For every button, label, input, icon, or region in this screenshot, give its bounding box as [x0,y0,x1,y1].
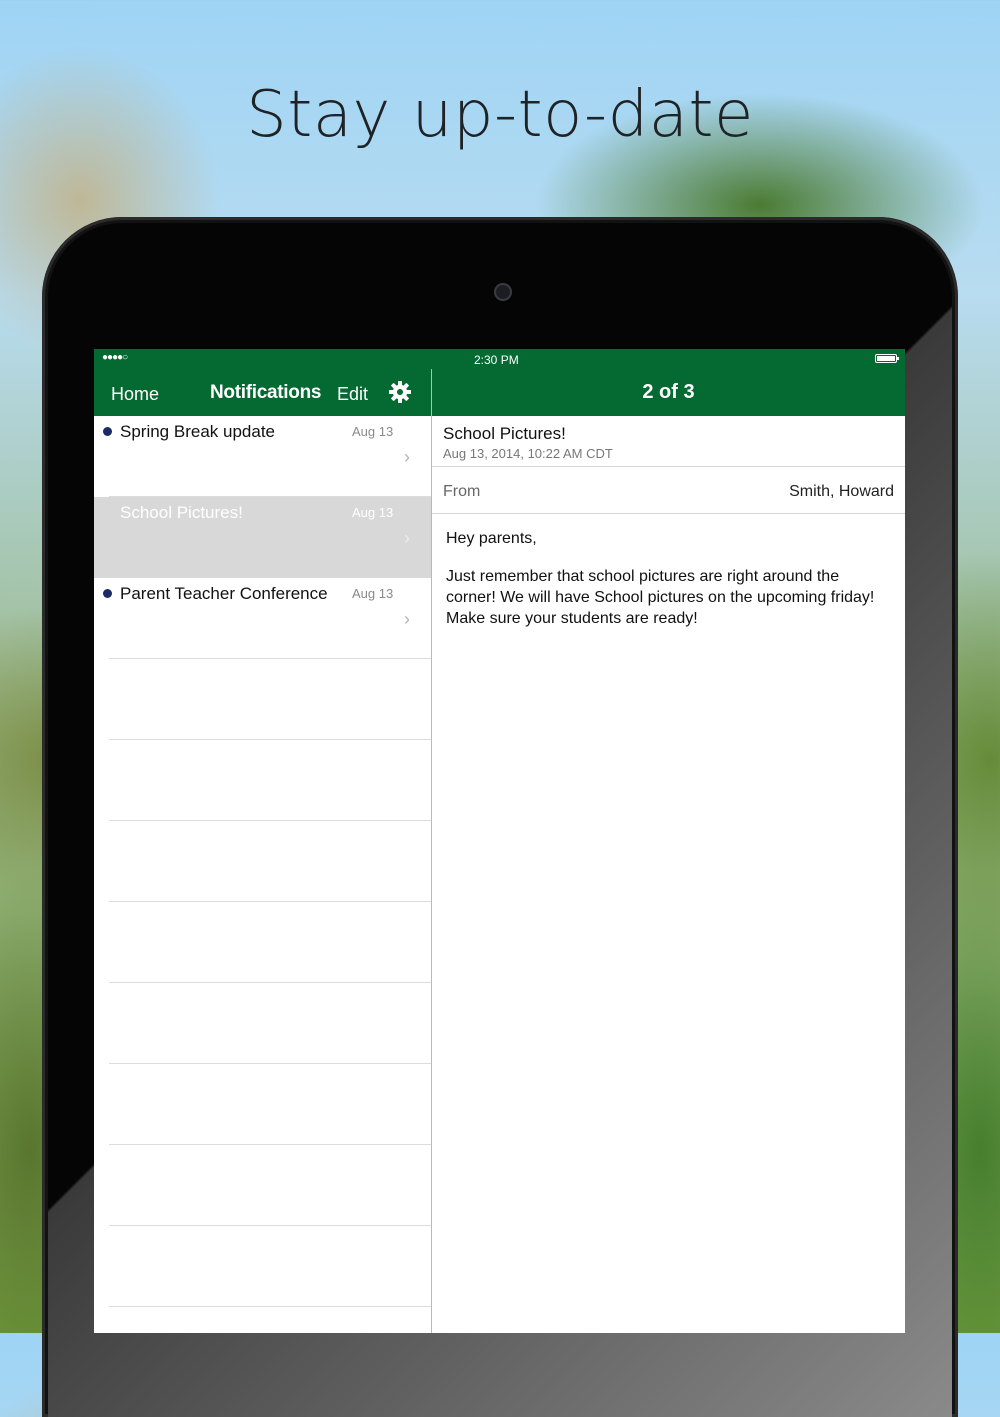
master-nav-bar: Home Notifications Edit [94,369,431,416]
empty-list-row [94,983,431,1064]
gear-icon[interactable] [388,380,412,404]
message-body: Hey parents, Just remember that school p… [432,514,905,629]
empty-list-row [94,821,431,902]
notification-row-school-pictures[interactable]: School Pictures! Aug 13 › [94,497,431,578]
empty-list-row [94,659,431,740]
notification-title: Spring Break update [120,422,275,441]
message-text: Just remember that school pictures are r… [446,568,875,627]
status-bar: ●●●●○ 2:30 PM [94,349,905,369]
notification-date: Aug 13 [352,586,394,601]
signal-icon: ●●●●○ [102,352,128,363]
chevron-right-icon: › [404,447,410,467]
chevron-right-icon: › [404,609,410,629]
battery-icon [875,354,899,363]
notification-list: Spring Break update Aug 13 › School Pict… [94,416,431,1333]
from-value: Smith, Howard [789,483,894,500]
message-header: School Pictures! Aug 13, 2014, 10:22 AM … [432,416,905,467]
empty-list-row [94,1145,431,1226]
message-pager: 2 of 3 [642,381,695,403]
chevron-right-icon: › [404,528,410,548]
empty-list-row [94,1226,431,1307]
notification-row-parent-teacher[interactable]: Parent Teacher Conference Aug 13 › [94,578,431,659]
message-date: Aug 13, 2014, 10:22 AM CDT [443,446,613,461]
message-greeting: Hey parents, [446,530,537,547]
empty-list-row [94,740,431,821]
notification-date: Aug 13 [352,424,394,439]
from-label: From [443,483,481,500]
camera-icon [496,285,510,299]
empty-list-row [94,902,431,983]
unread-dot-icon [103,427,112,436]
app-screen: ●●●●○ 2:30 PM Home Notifications Edit 2 … [94,349,905,1333]
message-subject: School Pictures! [443,424,566,443]
home-button[interactable]: Home [111,384,159,405]
notification-title: Parent Teacher Conference [120,584,328,603]
page-title: Notifications [210,382,322,403]
notification-date: Aug 13 [352,505,394,520]
empty-list-row [94,1307,431,1333]
status-time: 2:30 PM [474,353,519,367]
unread-dot-icon [103,589,112,598]
notification-row-spring-break[interactable]: Spring Break update Aug 13 › [94,416,431,497]
message-detail: School Pictures! Aug 13, 2014, 10:22 AM … [432,416,905,646]
message-from-row: From Smith, Howard [432,467,905,514]
edit-button[interactable]: Edit [337,384,368,405]
notification-title: School Pictures! [120,503,243,522]
detail-nav-bar: 2 of 3 [432,369,905,416]
marketing-headline: Stay up-to-date [246,78,754,152]
empty-list-row [94,1064,431,1145]
